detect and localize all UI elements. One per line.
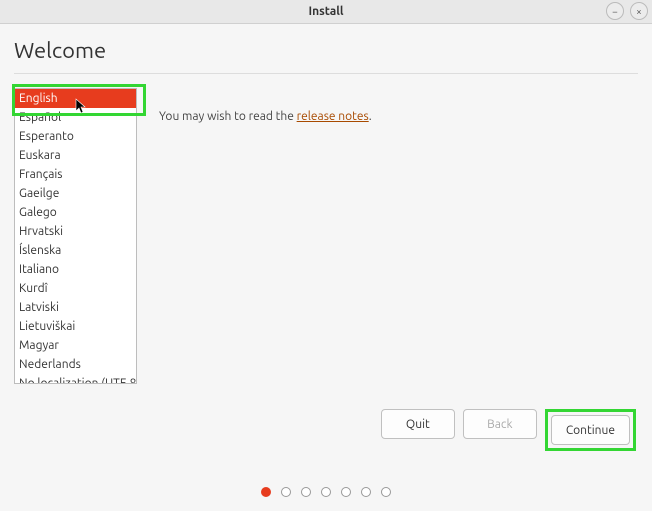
language-item[interactable]: Lietuviškai [15, 317, 136, 336]
step-dot [301, 487, 311, 497]
step-dot [261, 487, 271, 497]
back-button: Back [463, 409, 537, 439]
note-suffix: . [369, 110, 372, 123]
language-item[interactable]: No localization (UTF-8) [15, 374, 136, 384]
language-list-wrap: EnglishEspañolEsperantoEuskaraFrançaisGa… [14, 88, 137, 384]
window-controls: − × [606, 2, 648, 20]
language-item[interactable]: Español [15, 108, 136, 127]
language-item[interactable]: Latviski [15, 298, 136, 317]
language-item[interactable]: Euskara [15, 146, 136, 165]
language-item[interactable]: Hrvatski [15, 222, 136, 241]
language-item[interactable]: Français [15, 165, 136, 184]
window-title: Install [308, 5, 343, 18]
quit-button[interactable]: Quit [381, 409, 455, 439]
main-area: EnglishEspañolEsperantoEuskaraFrançaisGa… [14, 88, 638, 384]
language-item[interactable]: Kurdî [15, 279, 136, 298]
language-item[interactable]: Gaeilge [15, 184, 136, 203]
close-button[interactable]: × [630, 2, 648, 20]
step-dot [321, 487, 331, 497]
minimize-button[interactable]: − [606, 2, 624, 20]
language-list[interactable]: EnglishEspañolEsperantoEuskaraFrançaisGa… [14, 88, 137, 384]
step-dot [341, 487, 351, 497]
page-title: Welcome [14, 38, 638, 74]
note-prefix: You may wish to read the [159, 110, 297, 123]
step-dot [361, 487, 371, 497]
content-area: Welcome EnglishEspañolEsperantoEuskaraFr… [0, 24, 652, 384]
language-item[interactable]: Íslenska [15, 241, 136, 260]
step-dot [281, 487, 291, 497]
continue-button[interactable]: Continue [551, 415, 630, 445]
language-item[interactable]: Magyar [15, 336, 136, 355]
release-notes-link[interactable]: release notes [297, 110, 369, 123]
language-item[interactable]: Italiano [15, 260, 136, 279]
progress-stepper [261, 487, 391, 497]
language-item[interactable]: English [15, 89, 136, 108]
language-item[interactable]: Nederlands [15, 355, 136, 374]
language-item[interactable]: Esperanto [15, 127, 136, 146]
titlebar: Install − × [0, 0, 652, 24]
button-row: Quit Back Continue [381, 409, 636, 451]
language-item[interactable]: Galego [15, 203, 136, 222]
tutorial-highlight-continue: Continue [545, 409, 636, 451]
release-notes-text: You may wish to read the release notes. [159, 110, 372, 384]
step-dot [381, 487, 391, 497]
